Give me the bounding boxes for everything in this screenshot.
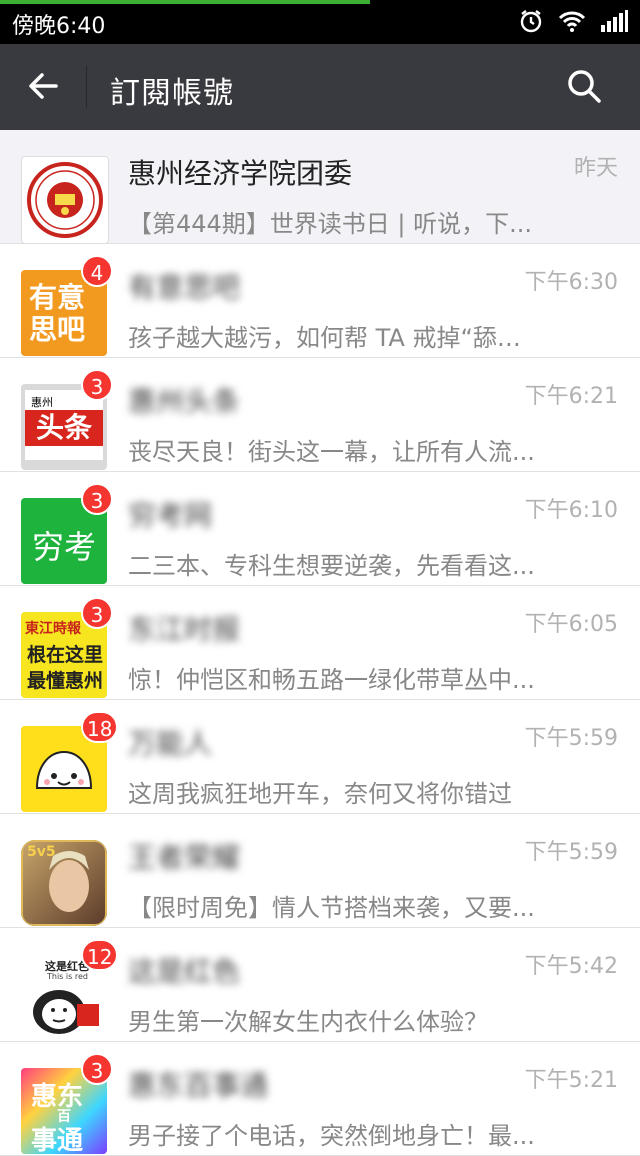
avatar-text: 头条 <box>25 410 103 446</box>
avatar <box>21 156 109 244</box>
list-item[interactable]: 这是红色 This is red 12 这是红色 男生第一次解女生内衣什么体验？… <box>0 928 640 1042</box>
item-preview: 惊！仲恺区和畅五路一绿化带草丛中... <box>128 666 535 694</box>
item-name: 穷考网 <box>128 499 213 532</box>
list-item[interactable]: 18 万能人 这周我疯狂地开车，奈何又将你错过 下午5:59 <box>0 700 640 814</box>
status-icons <box>518 8 628 38</box>
avatar-text: 事通 <box>31 1126 84 1154</box>
item-time: 下午5:21 <box>524 1068 618 1093</box>
unread-badge: 3 <box>81 369 113 401</box>
avatar-text: 根在这里 <box>27 644 104 666</box>
list-item[interactable]: 惠东 百 事通 3 惠东百事通 男子接了个电话，突然倒地身亡！最... 下午5:… <box>0 1042 640 1156</box>
avatar-text: 穷考 <box>31 528 96 566</box>
unread-badge: 18 <box>81 711 119 743</box>
item-name: 惠州经济学院团委 <box>128 157 353 190</box>
unread-badge: 12 <box>81 939 119 971</box>
item-name: 这是红色 <box>128 955 241 988</box>
avatar-text: 思吧 <box>29 313 86 346</box>
item-name: 惠州头条 <box>128 385 241 418</box>
item-preview: 男生第一次解女生内衣什么体验？ <box>128 1008 488 1036</box>
item-preview: 【第444期】世界读书日 | 听说，下... <box>128 210 533 238</box>
avatar: 5v5 <box>21 840 107 926</box>
avatar-text: 5v5 <box>27 844 56 860</box>
list-item[interactable]: 穷考 3 穷考网 二三本、专科生想要逆袭，先看看这... 下午6:10 <box>0 472 640 586</box>
search-icon[interactable] <box>566 68 602 104</box>
avatar-text: 最懂惠州 <box>27 670 104 692</box>
item-name: 万能人 <box>128 727 213 760</box>
item-name: 惠东百事通 <box>128 1069 269 1102</box>
avatar-text: 有意 <box>29 281 86 314</box>
unread-badge: 3 <box>81 483 113 515</box>
item-name: 东江时报 <box>128 613 241 646</box>
list-item[interactable]: 惠州经济学院团委 【第444期】世界读书日 | 听说，下... 昨天 <box>0 130 640 244</box>
item-time: 下午6:30 <box>524 270 618 295</box>
item-preview: 男子接了个电话，突然倒地身亡！最... <box>128 1122 535 1150</box>
item-preview: 【限时周免】情人节搭档来袭，又要... <box>128 894 535 922</box>
item-preview: 孩子越大越污，如何帮 TA 戒掉“舔屏... <box>128 324 538 352</box>
item-time: 下午5:59 <box>524 726 618 751</box>
item-name: 王者荣耀 <box>128 841 241 874</box>
back-arrow-icon[interactable] <box>26 68 62 104</box>
list-item[interactable]: 有意 思吧 4 有意思吧 孩子越大越污，如何帮 TA 戒掉“舔屏... 下午6:… <box>0 244 640 358</box>
item-preview: 二三本、专科生想要逆袭，先看看这... <box>128 552 535 580</box>
item-preview: 丧尽天良！街头这一幕，让所有人流... <box>128 438 535 466</box>
alarm-icon <box>518 8 544 38</box>
signal-icon <box>600 10 628 36</box>
item-time: 下午6:21 <box>524 384 618 409</box>
status-time: 傍晚6:40 <box>12 14 106 39</box>
header-divider <box>86 66 87 108</box>
loading-progress-bar <box>0 0 370 4</box>
item-time: 下午5:59 <box>524 840 618 865</box>
item-name: 有意思吧 <box>128 271 241 304</box>
list-item[interactable]: 惠州 头条 3 惠州头条 丧尽天良！街头这一幕，让所有人流... 下午6:21 <box>0 358 640 472</box>
unread-badge: 3 <box>81 1053 113 1085</box>
header-bar: 訂閱帳號 <box>0 44 640 130</box>
status-bar: 傍晚6:40 <box>0 0 640 44</box>
list-item[interactable]: 5v5 王者荣耀 【限时周免】情人节搭档来袭，又要... 下午5:59 <box>0 814 640 928</box>
unread-badge: 3 <box>81 597 113 629</box>
page-title: 訂閱帳號 <box>110 76 234 111</box>
subscription-list: 惠州经济学院团委 【第444期】世界读书日 | 听说，下... 昨天 有意 思吧… <box>0 130 640 1156</box>
item-time: 昨天 <box>573 156 618 181</box>
avatar-text: 東江時報 <box>25 621 81 637</box>
item-preview: 这周我疯狂地开车，奈何又将你错过 <box>128 780 512 808</box>
avatar-small-text: 惠州 <box>31 396 53 409</box>
list-item[interactable]: 東江時報 根在这里 最懂惠州 3 东江时报 惊！仲恺区和畅五路一绿化带草丛中..… <box>0 586 640 700</box>
unread-badge: 4 <box>81 255 113 287</box>
item-time: 下午6:10 <box>524 498 618 523</box>
item-time: 下午6:05 <box>524 612 618 637</box>
item-time: 下午5:42 <box>524 954 618 979</box>
wifi-icon <box>558 9 586 37</box>
